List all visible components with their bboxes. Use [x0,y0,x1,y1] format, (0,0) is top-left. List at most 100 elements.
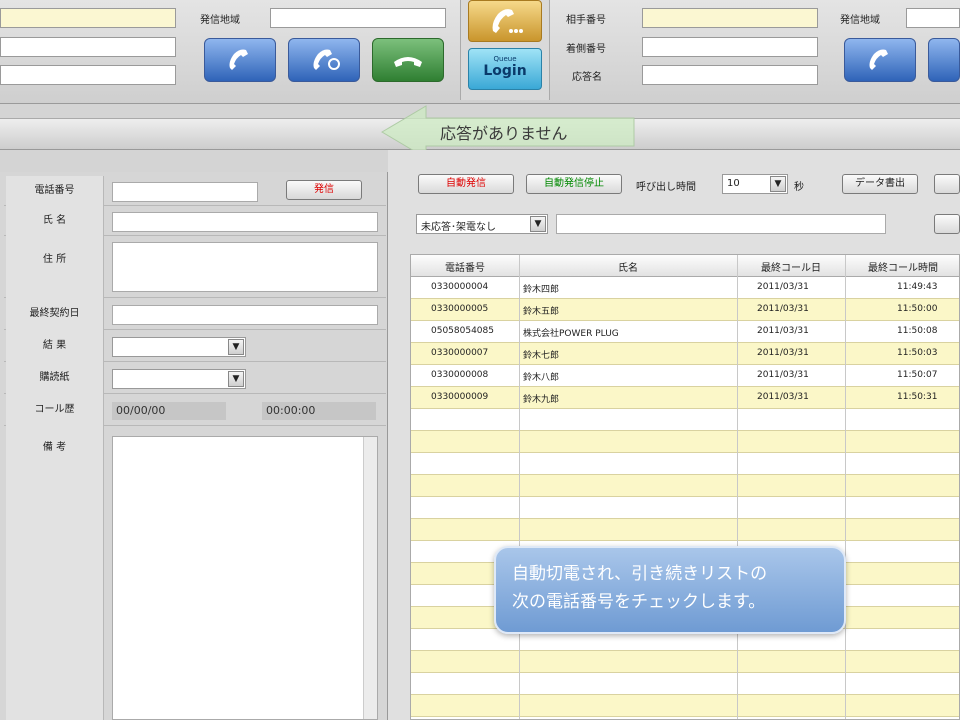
table-row[interactable]: 0330000008 鈴木八郎 2011/03/31 11:50:07 [411,365,959,387]
purchase-select[interactable]: ▼ [112,369,246,389]
table-cell: 鈴木七郎 [523,351,560,361]
left-answer-button[interactable] [204,38,276,82]
phone-transfer-icon [313,49,340,70]
ring-time-select[interactable]: 10 ▼ [722,174,788,194]
table-cell: 11:50:00 [897,304,938,314]
queue-login-button[interactable]: Queue Login [468,48,542,90]
column-header[interactable]: 電話番号 [411,259,519,274]
search-button[interactable] [934,214,960,234]
filter-value: 未応答･架電なし [421,222,496,233]
customer-form: 電話番号 氏 名 住 所 最終契約日 結 果 ▼ 購読紙 ▼ コール歴 00/0… [0,172,388,720]
left-caller-area-field[interactable] [270,8,446,28]
column-divider [845,255,846,719]
table-cell: 11:50:03 [897,348,938,358]
notes-textarea[interactable] [112,436,378,720]
auto-call-button[interactable]: 自動発信 [418,174,514,194]
table-row[interactable] [411,651,959,673]
table-row[interactable] [411,453,959,475]
table-row[interactable] [411,431,959,453]
right-caller-area-label: 発信地域 [840,15,880,26]
phone-input[interactable] [112,182,258,202]
name-label: 氏 名 [6,206,104,236]
table-row[interactable]: 05058054085 株式会社POWER PLUG 2011/03/31 11:50… [411,321,959,343]
chevron-down-icon[interactable]: ▼ [770,176,786,192]
call-history-label: コール歴 [6,394,104,426]
auto-dial-button[interactable] [468,0,542,42]
right-responder-field[interactable] [642,65,818,85]
left-hangup-button[interactable] [372,38,444,82]
notes-scrollbar[interactable] [363,437,377,719]
extra-button[interactable] [934,174,960,194]
right-other-number-field[interactable] [642,8,818,28]
table-cell: 2011/03/31 [757,348,809,358]
column-divider [519,255,520,719]
table-cell: 0330000009 [431,392,489,402]
callout-line-1: 自動切電され、引き続きリストの [512,564,768,584]
table-row[interactable] [411,409,959,431]
filter-select[interactable]: 未応答･架電なし ▼ [416,214,548,234]
left-transfer-button[interactable] [288,38,360,82]
left-caller-area-label: 発信地域 [200,15,240,26]
table-row[interactable]: 0330000009 鈴木九郎 2011/03/31 11:50:31 [411,387,959,409]
right-own-number-field[interactable] [642,37,818,57]
right-answer-button[interactable] [844,38,916,82]
right-own-number-label: 着側番号 [566,44,606,55]
table-row[interactable]: 0330000005 鈴木五郎 2011/03/31 11:50:00 [411,299,959,321]
table-cell: 2011/03/31 [757,304,809,314]
column-header[interactable]: 最終コール時間 [845,259,959,274]
name-input[interactable] [112,212,378,232]
search-input[interactable] [556,214,886,234]
notes-label: 備 考 [6,426,104,720]
chevron-down-icon[interactable]: ▼ [228,339,244,355]
auto-call-stop-button[interactable]: 自動発信停止 [526,174,622,194]
result-label: 結 果 [6,330,104,362]
table-cell: 鈴木九郎 [523,395,560,405]
login-small-label: Queue [493,55,517,63]
table-cell: 株式会社POWER PLUG [523,329,619,339]
phone-label: 電話番号 [6,176,104,206]
right-responder-label: 応答名 [572,72,602,83]
column-header[interactable]: 氏名 [519,259,737,274]
result-select[interactable]: ▼ [112,337,246,357]
table-row[interactable] [411,673,959,695]
chevron-down-icon[interactable]: ▼ [530,216,546,232]
last-contract-input[interactable] [112,305,378,325]
phone-handset-icon [869,49,888,70]
right-transfer-button[interactable] [928,38,960,82]
table-cell: 2011/03/31 [757,370,809,380]
address-input[interactable] [112,242,378,292]
column-header[interactable]: 最終コール日 [737,259,845,274]
chevron-down-icon[interactable]: ▼ [228,371,244,387]
table-cell: 2011/03/31 [757,282,809,292]
table-cell: 11:50:07 [897,370,938,380]
export-button[interactable]: データ書出 [842,174,918,194]
last-contract-row: 最終契約日 [4,298,386,330]
call-history-date: 00/00/00 [112,402,226,420]
left-own-number-field[interactable] [0,37,176,57]
table-row[interactable] [411,519,959,541]
phone-dial-icon [492,9,523,33]
left-responder-field[interactable] [0,65,176,85]
purchase-label: 購読紙 [6,362,104,394]
ring-time-value: 10 [727,178,740,189]
table-row[interactable] [411,497,959,519]
table-row[interactable] [411,475,959,497]
ring-time-label: 呼び出し時間 [636,182,696,193]
right-other-number-label: 相手番号 [566,15,606,26]
table-cell: 0330000005 [431,304,489,314]
table-cell: 0330000008 [431,370,489,380]
purchase-row: 購読紙 ▼ [4,362,386,394]
address-row: 住 所 [4,236,386,298]
left-other-number-field[interactable] [0,8,176,28]
call-button[interactable]: 発信 [286,180,362,200]
table-row[interactable]: 0330000004 鈴木四郎 2011/03/31 11:49:43 [411,277,959,299]
column-divider [737,255,738,719]
table-row[interactable] [411,695,959,717]
right-caller-area-field[interactable] [906,8,960,28]
table-row[interactable]: 0330000007 鈴木七郎 2011/03/31 11:50:03 [411,343,959,365]
table-cell: 11:50:08 [897,326,938,336]
instruction-callout: 自動切電され、引き続きリストの 次の電話番号をチェックします。 [494,546,846,634]
table-cell: 0330000004 [431,282,489,292]
phone-toolbar: 発信地域 Queue Login 相手番号 着側番号 応答名 発信地域 [0,0,960,104]
table-header: 電話番号 氏名 最終コール日 最終コール時間 [411,255,959,277]
